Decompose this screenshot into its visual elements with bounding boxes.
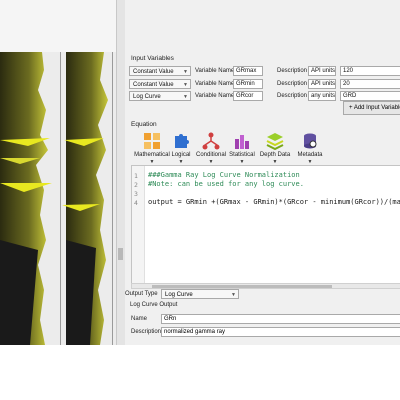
output-type-value: Log Curve [165, 292, 193, 298]
code-line-comment: ###Gamma Ray Log Curve Normalization [148, 171, 300, 179]
splitter-grip[interactable] [118, 248, 123, 260]
branch-icon[interactable] [201, 131, 221, 151]
variable-name-field[interactable]: GRmax [233, 66, 263, 76]
variable-value-field[interactable]: GRD [340, 91, 400, 101]
puzzle-icon[interactable] [171, 131, 191, 151]
chevron-down-icon: ▼ [183, 82, 188, 88]
variable-value-field[interactable]: 120 [340, 66, 400, 76]
output-description-field[interactable]: normalized gamma ray [161, 327, 400, 337]
variable-name-field[interactable]: GRcor [233, 91, 263, 101]
output-type-dropdown[interactable]: Log Curve ▼ [161, 289, 239, 299]
equation-editor[interactable]: 1 2 3 4 ###Gamma Ray Log Curve Normaliza… [131, 165, 400, 285]
variable-type-dropdown[interactable]: Log Curve ▼ [129, 91, 191, 101]
description-field[interactable]: API units) [308, 66, 336, 76]
variable-type-value: Constant Value [133, 82, 174, 88]
chevron-down-icon: ▼ [183, 94, 188, 100]
variable-name-label: Variable Name [195, 93, 235, 99]
line-number: 3 [134, 190, 138, 198]
input-variable-row: Constant Value ▼ Variable Name GRmax Desc… [125, 66, 400, 77]
line-number: 2 [134, 181, 138, 189]
add-input-variable-button[interactable]: + Add Input Variable [343, 101, 400, 115]
output-name-field[interactable]: GRn [161, 314, 400, 324]
scrollbar-thumb[interactable] [152, 285, 332, 288]
database-icon[interactable] [300, 131, 320, 151]
line-number: 1 [134, 172, 138, 180]
log-curve-plot[interactable] [0, 0, 116, 345]
variable-name-field[interactable]: GRmin [233, 79, 263, 89]
description-label: Description [277, 93, 308, 99]
layers-icon[interactable] [265, 131, 285, 151]
input-variable-row: Constant Value ▼ Variable Name GRmin Desc… [125, 79, 400, 90]
variable-type-value: Constant Value [133, 69, 174, 75]
code-line-comment: #Note: can be used for any log curve. [148, 180, 304, 188]
variable-name-label: Variable Name [195, 81, 235, 87]
variable-type-dropdown[interactable]: Constant Value ▼ [129, 66, 191, 76]
code-line-formula: output = GRmin +(GRmax - GRmin)*(GRcor -… [148, 198, 400, 206]
log-curve-output-header: Log Curve Output [130, 302, 178, 308]
output-description-label: Description [131, 329, 162, 335]
output-name-label: Name [131, 316, 148, 322]
calculator-icon[interactable] [142, 131, 162, 151]
variable-name-label: Variable Name [195, 68, 235, 74]
description-field[interactable]: API units) [308, 79, 336, 89]
variable-type-value: Log Curve [133, 94, 161, 100]
description-field[interactable]: any units) [308, 91, 336, 101]
chevron-down-icon: ▼ [231, 292, 236, 298]
line-number: 4 [134, 199, 138, 207]
variable-type-dropdown[interactable]: Constant Value ▼ [129, 79, 191, 89]
toolbar-label-metadata: Metadata [297, 152, 323, 158]
equation-header: Equation [131, 121, 157, 128]
description-label: Description [277, 68, 308, 74]
output-type-label: Output Type [125, 291, 158, 297]
equation-panel: Input Variables Constant Value ▼ Variable… [125, 0, 400, 345]
chevron-down-icon: ▼ [183, 69, 188, 75]
input-variables-header: Input Variables [131, 55, 174, 62]
bar-chart-icon[interactable] [232, 131, 252, 151]
log-track-graphic [0, 52, 116, 345]
description-label: Description [277, 81, 308, 87]
variable-value-field[interactable]: 20 [340, 79, 400, 89]
